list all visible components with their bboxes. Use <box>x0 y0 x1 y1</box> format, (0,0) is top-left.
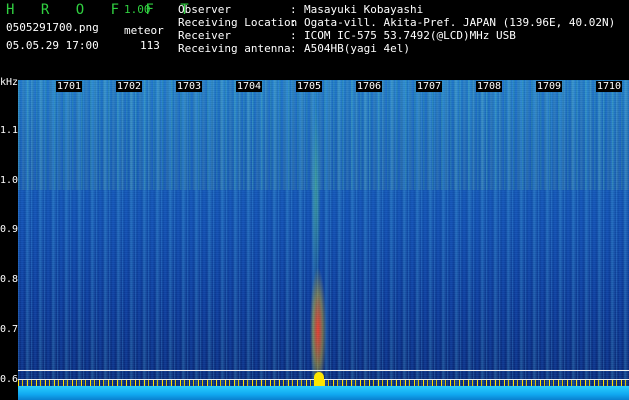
info-key: Receiving Location <box>178 16 298 29</box>
info-sep: : <box>290 16 297 29</box>
info-key: Receiver <box>178 29 231 42</box>
meteor-trace <box>18 80 629 400</box>
x-tick-label: 1709 <box>536 81 563 92</box>
x-tick-label: 1703 <box>176 81 203 92</box>
info-row-location: Receiving Location : Ogata-vill. Akita-P… <box>178 16 615 29</box>
spectrogram-plot: 1701 1702 1703 1704 1705 1706 1707 1708 … <box>18 80 629 400</box>
y-tick-label: 1.1 <box>0 125 19 136</box>
mode-label: meteor <box>124 24 164 37</box>
y-tick-label: 0.7 <box>0 324 19 335</box>
baseline-band <box>18 386 629 400</box>
x-tick-label: 1704 <box>236 81 263 92</box>
frequency-axis: kHz 1.1 1.0 0.9 0.8 0.7 0.6 <box>0 77 19 400</box>
header-panel: H R O F F T 1.00 0505291700.png meteor 0… <box>0 0 629 80</box>
y-unit-label: kHz <box>0 77 19 88</box>
x-tick-label: 1707 <box>416 81 443 92</box>
file-name: 0505291700.png <box>6 21 99 34</box>
app-title: H R O F F T <box>6 2 198 18</box>
station-info: Observer : Masayuki Kobayashi Receiving … <box>178 3 615 55</box>
x-tick-label: 1701 <box>56 81 83 92</box>
app-version: 1.00 <box>124 3 151 16</box>
datetime-label: 05.05.29 17:00 <box>6 39 99 52</box>
reference-line <box>18 370 629 371</box>
info-row-observer: Observer : Masayuki Kobayashi <box>178 3 615 16</box>
x-tick-label: 1706 <box>356 81 383 92</box>
info-value: Masayuki Kobayashi <box>304 3 424 16</box>
info-key: Observer <box>178 3 231 16</box>
x-tick-label: 1710 <box>596 81 623 92</box>
info-sep: : <box>290 3 297 16</box>
y-tick-label: 0.9 <box>0 224 19 235</box>
x-tick-label: 1702 <box>116 81 143 92</box>
x-tick-label: 1708 <box>476 81 503 92</box>
x-tick-label: 1705 <box>296 81 323 92</box>
info-value: Ogata-vill. Akita-Pref. JAPAN (139.96E, … <box>304 16 616 29</box>
info-value: ICOM IC-575 53.7492(@LCD)MHz USB <box>304 29 516 42</box>
info-key: Receiving antenna <box>178 42 291 55</box>
meteor-count: 113 <box>140 39 160 52</box>
info-sep: : <box>290 42 297 55</box>
y-tick-label: 1.0 <box>0 175 19 186</box>
y-tick-label: 0.8 <box>0 274 19 285</box>
y-tick-label: 0.6 <box>0 374 19 385</box>
info-value: A504HB(yagi 4el) <box>304 42 410 55</box>
info-row-antenna: Receiving antenna : A504HB(yagi 4el) <box>178 42 615 55</box>
info-row-receiver: Receiver : ICOM IC-575 53.7492(@LCD)MHz … <box>178 29 615 42</box>
info-sep: : <box>290 29 297 42</box>
